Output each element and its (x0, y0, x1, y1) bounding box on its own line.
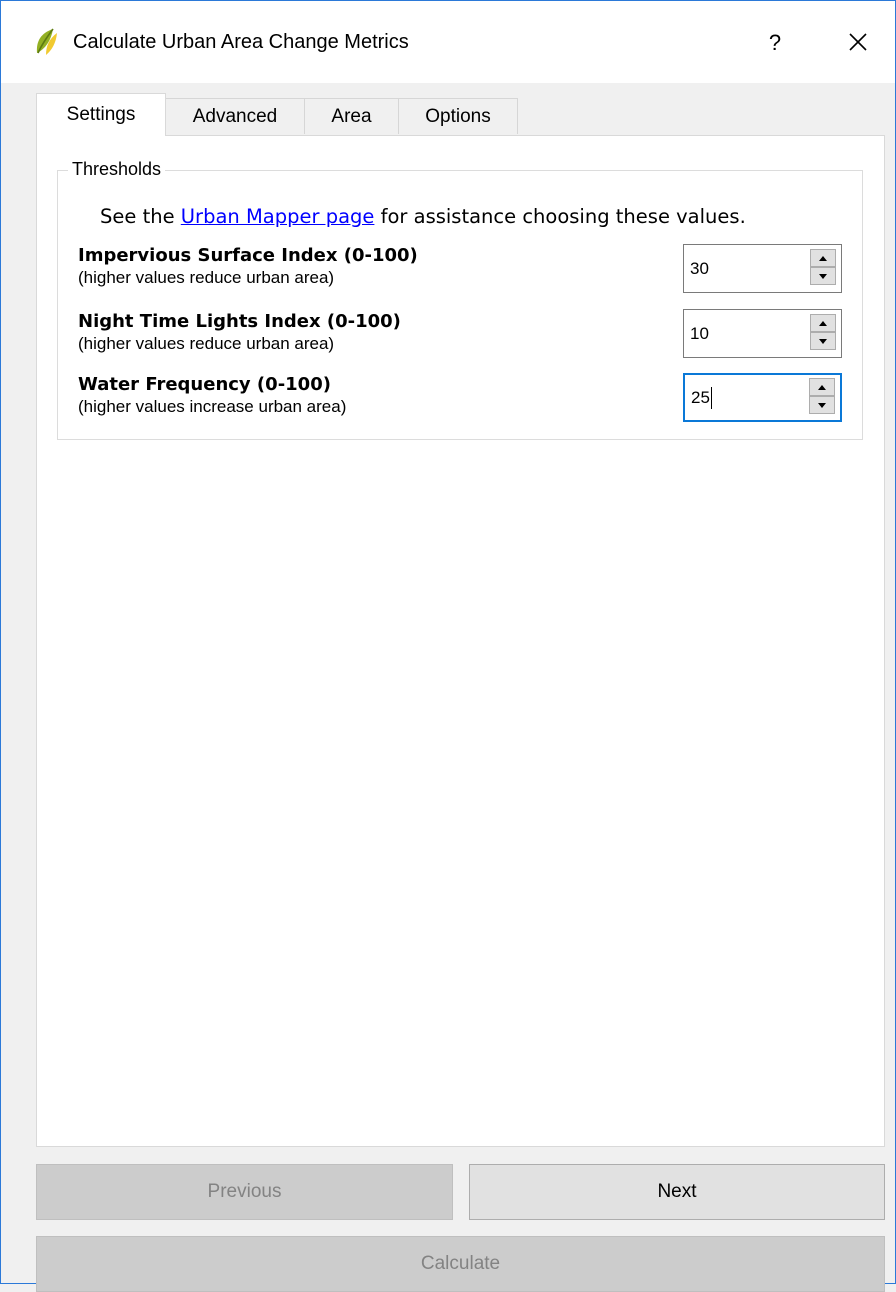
night-time-lights-label: Night Time Lights Index (0-100) (higher … (78, 311, 401, 354)
night-time-lights-spinbox[interactable]: 10 (683, 309, 842, 358)
field-title: Night Time Lights Index (0-100) (78, 311, 401, 332)
window-title: Calculate Urban Area Change Metrics (73, 31, 409, 53)
field-subtitle: (higher values reduce urban area) (78, 268, 335, 287)
settings-tab-panel: Thresholds See the Urban Mapper page for… (36, 135, 885, 1147)
qgis-logo-icon (33, 27, 59, 57)
field-subtitle: (higher values reduce urban area) (78, 334, 335, 353)
arrow-down-icon (819, 338, 827, 344)
impervious-surface-label: Impervious Surface Index (0-100) (higher… (78, 245, 418, 288)
next-button[interactable]: Next (469, 1164, 885, 1220)
water-frequency-spinbox[interactable]: 25 (683, 373, 842, 422)
close-icon (849, 33, 867, 51)
field-title: Impervious Surface Index (0-100) (78, 245, 418, 266)
help-text-suffix: for assistance choosing these values. (374, 205, 746, 228)
tab-area[interactable]: Area (304, 98, 399, 134)
arrow-up-icon (819, 255, 827, 261)
spinbox-value-wrapper[interactable]: 25 (691, 375, 712, 420)
thresholds-groupbox: Thresholds See the Urban Mapper page for… (57, 159, 863, 440)
spin-down-button[interactable] (809, 396, 835, 414)
tab-settings[interactable]: Settings (36, 93, 166, 136)
help-text-prefix: See the (100, 205, 181, 228)
thresholds-help-text: See the Urban Mapper page for assistance… (100, 205, 746, 228)
spinbox-value[interactable]: 30 (690, 245, 709, 292)
spin-down-button[interactable] (810, 267, 836, 285)
arrow-up-icon (818, 384, 826, 390)
dialog-window: Calculate Urban Area Change Metrics ? Se… (0, 0, 896, 1292)
field-subtitle: (higher values increase urban area) (78, 397, 347, 416)
spin-up-button[interactable] (810, 249, 836, 267)
spinbox-value[interactable]: 25 (691, 388, 710, 408)
thresholds-group-title: Thresholds (68, 159, 166, 180)
help-button[interactable]: ? (753, 21, 797, 65)
spin-up-button[interactable] (809, 378, 835, 396)
close-button[interactable] (833, 19, 883, 65)
title-bar: Calculate Urban Area Change Metrics ? (1, 1, 895, 83)
spinbox-value[interactable]: 10 (690, 310, 709, 357)
previous-button[interactable]: Previous (36, 1164, 453, 1220)
impervious-surface-spinbox[interactable]: 30 (683, 244, 842, 293)
tab-options[interactable]: Options (398, 98, 518, 134)
urban-mapper-link[interactable]: Urban Mapper page (181, 205, 375, 228)
tab-advanced[interactable]: Advanced (165, 98, 305, 134)
water-frequency-label: Water Frequency (0-100) (higher values i… (78, 374, 346, 417)
text-caret (710, 386, 712, 409)
arrow-down-icon (819, 273, 827, 279)
arrow-down-icon (818, 402, 826, 408)
field-title: Water Frequency (0-100) (78, 374, 331, 395)
spin-down-button[interactable] (810, 332, 836, 350)
arrow-up-icon (819, 320, 827, 326)
spin-up-button[interactable] (810, 314, 836, 332)
